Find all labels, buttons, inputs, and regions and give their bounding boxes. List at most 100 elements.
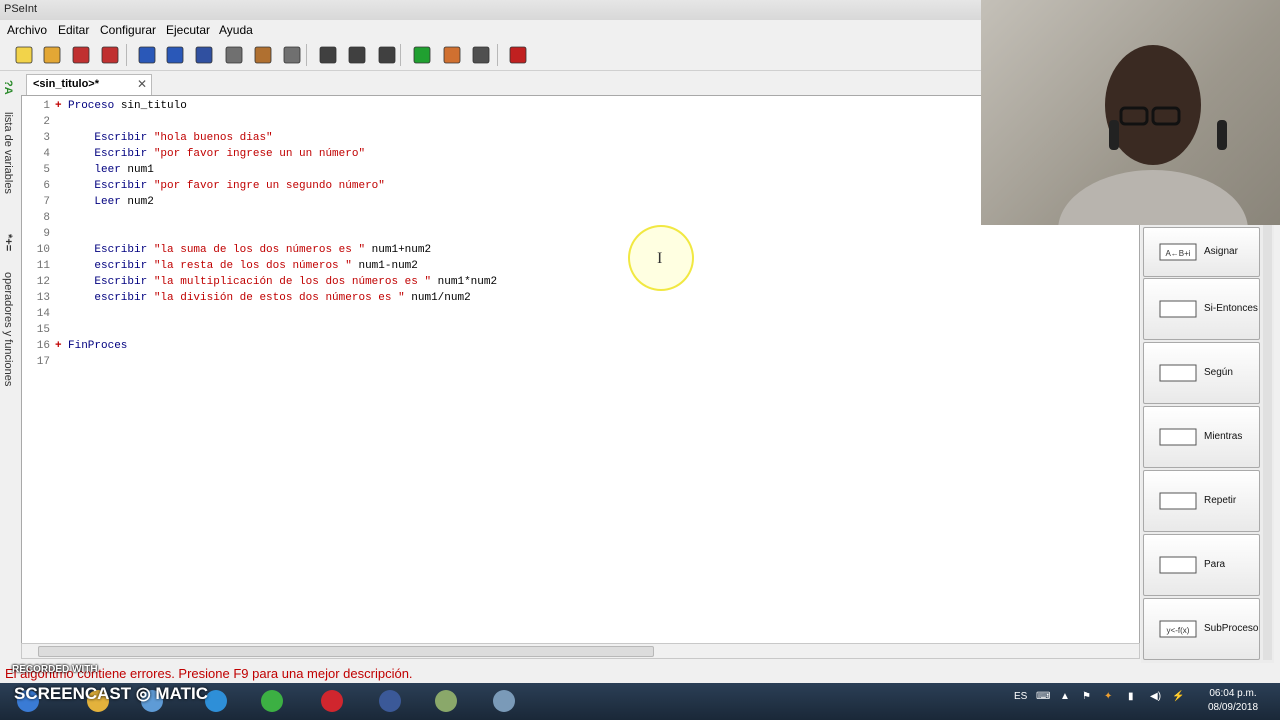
panel-button-label: Mientras (1204, 431, 1243, 442)
language-indicator[interactable]: ES (1014, 691, 1027, 702)
line-number: 13 (36, 292, 50, 304)
panel-button-label: Asignar (1204, 246, 1238, 257)
repeat-icon (1158, 489, 1198, 516)
close-tab-icon[interactable]: ✕ (137, 77, 147, 91)
code-line[interactable]: 10 Escribir "la suma de los dos números … (22, 242, 1139, 258)
cut-icon[interactable] (192, 43, 216, 67)
line-number: 6 (43, 180, 50, 192)
menu-ayuda[interactable]: Ayuda (219, 23, 253, 37)
code-text: Proceso sin_titulo (68, 98, 187, 114)
fold-toggle-icon[interactable]: + (55, 98, 62, 114)
code-line[interactable]: 8 (22, 210, 1139, 226)
code-line[interactable]: 5 leer num1 (22, 162, 1139, 178)
code-token: "la suma de los dos números es " (153, 244, 366, 256)
power-icon[interactable]: ⚡ (1172, 691, 1184, 702)
panel-button-para[interactable]: Para (1143, 534, 1260, 596)
redo-icon[interactable] (163, 43, 187, 67)
code-line[interactable]: 1 + Proceso sin_titulo (22, 98, 1139, 114)
horizontal-scrollbar[interactable] (21, 643, 1140, 659)
code-token: Leer (68, 196, 128, 208)
indent-icon[interactable] (280, 43, 304, 67)
menu-archivo[interactable]: Archivo (7, 23, 47, 37)
code-token: "hola buenos dias" (153, 132, 273, 144)
clock-time: 06:04 p.m. (1209, 688, 1257, 699)
code-token: "por favor ingrese un un número" (153, 148, 366, 160)
line-number: 10 (36, 244, 50, 256)
open-folder-icon[interactable] (40, 43, 64, 67)
code-text: FinProces (68, 338, 127, 354)
code-line[interactable]: 4 Escribir "por favor ingrese un un núme… (22, 146, 1139, 162)
run-icon[interactable] (410, 43, 434, 67)
panel-button-mientras[interactable]: Mientras (1143, 406, 1260, 468)
code-editor[interactable]: 1 + Proceso sin_titulo 2 3 Escribir "hola bu… (21, 95, 1140, 645)
undo-icon[interactable] (135, 43, 159, 67)
toolbar-separator (306, 44, 307, 66)
tab-label: <sin_titulo>* (33, 78, 100, 90)
find-next-icon[interactable] (375, 43, 399, 67)
code-line[interactable]: 6 Escribir "por favor ingre un segundo n… (22, 178, 1139, 194)
subprocess-icon: y<-f(x) (1158, 617, 1198, 644)
find-icon[interactable] (316, 43, 340, 67)
fold-toggle-icon[interactable]: + (55, 338, 62, 354)
line-number: 1 (43, 100, 50, 112)
facebook-app[interactable] (368, 686, 412, 717)
pseint-app[interactable] (424, 686, 468, 717)
panel-button-repetir[interactable]: Repetir (1143, 470, 1260, 532)
tab-bar: <sin_titulo>* ✕ (20, 72, 980, 95)
tab-sin-titulo[interactable]: <sin_titulo>* ✕ (26, 74, 152, 95)
code-line[interactable]: 14 (22, 306, 1139, 322)
operators-icon: *+= (2, 234, 14, 252)
keyboard-icon[interactable]: ⌨ (1036, 691, 1050, 702)
status-bar: El algoritmo contiene errores. Presione … (0, 663, 1280, 683)
code-line[interactable]: 11 escribir "la resta de los dos números… (22, 258, 1139, 274)
side-tabs: ?A lista de variables *+= operadores y f… (0, 72, 18, 402)
variables-tab[interactable]: lista de variables (2, 112, 14, 194)
code-text: Escribir "la suma de los dos números es … (68, 242, 431, 258)
menu-configurar[interactable]: Configurar (100, 23, 156, 37)
show-hidden-icons[interactable]: ▲ (1060, 691, 1070, 702)
save-as-icon[interactable] (98, 43, 122, 67)
panel-button-seg-n[interactable]: Según (1143, 342, 1260, 404)
network-icon[interactable]: ▮ (1128, 691, 1134, 702)
code-line[interactable]: 12 Escribir "la multiplicación de los do… (22, 274, 1139, 290)
svg-text:A←B+i: A←B+i (1165, 249, 1190, 258)
line-number: 5 (43, 164, 50, 176)
volume-icon[interactable]: ◀) (1150, 691, 1161, 702)
panel-button-si-entonces[interactable]: Si-Entonces (1143, 278, 1260, 340)
panel-button-asignar[interactable]: A←B+i Asignar (1143, 227, 1260, 277)
paste-icon[interactable] (251, 43, 275, 67)
code-line[interactable]: 3 Escribir "hola buenos dias" (22, 130, 1139, 146)
screencast-watermark: SCREENCAST ◎ MATIC (14, 684, 208, 703)
panel-button-label: Repetir (1204, 495, 1237, 506)
code-line[interactable]: 16 + FinProces (22, 338, 1139, 354)
copy-icon[interactable] (222, 43, 246, 67)
line-number: 3 (43, 132, 50, 144)
code-text: Escribir "por favor ingrese un un número… (68, 146, 365, 162)
webcam-overlay (981, 0, 1280, 290)
code-text: escribir "la división de estos dos númer… (68, 290, 470, 306)
operators-tab[interactable]: operadores y funciones (2, 272, 14, 386)
menu-editar[interactable]: Editar (58, 23, 89, 37)
new-file-icon[interactable] (12, 43, 36, 67)
avast-icon[interactable]: ✦ (1104, 691, 1112, 702)
opera-app[interactable] (310, 686, 354, 717)
code-line[interactable]: 9 (22, 226, 1139, 242)
code-line[interactable]: 7 Leer num2 (22, 194, 1139, 210)
step-icon[interactable] (440, 43, 464, 67)
code-line[interactable]: 17 (22, 354, 1139, 370)
code-line[interactable]: 2 (22, 114, 1139, 130)
help-icon[interactable] (506, 43, 530, 67)
menu-ejecutar[interactable]: Ejecutar (166, 23, 210, 37)
find-prev-icon[interactable] (345, 43, 369, 67)
save-icon[interactable] (69, 43, 93, 67)
clock[interactable]: 06:04 p.m. 08/09/2018 (1190, 687, 1276, 715)
code-line[interactable]: 15 (22, 322, 1139, 338)
chrome-app[interactable] (250, 686, 294, 717)
panel-button-subproceso[interactable]: y<-f(x) SubProceso (1143, 598, 1260, 660)
scrollbar-thumb[interactable] (38, 646, 654, 657)
code-line[interactable]: 13 escribir "la división de estos dos nú… (22, 290, 1139, 306)
obs-app[interactable] (482, 686, 526, 717)
flag-icon[interactable]: ⚑ (1082, 691, 1091, 702)
flowchart-icon[interactable] (469, 43, 493, 67)
panel-scrollbar[interactable] (1263, 225, 1272, 660)
